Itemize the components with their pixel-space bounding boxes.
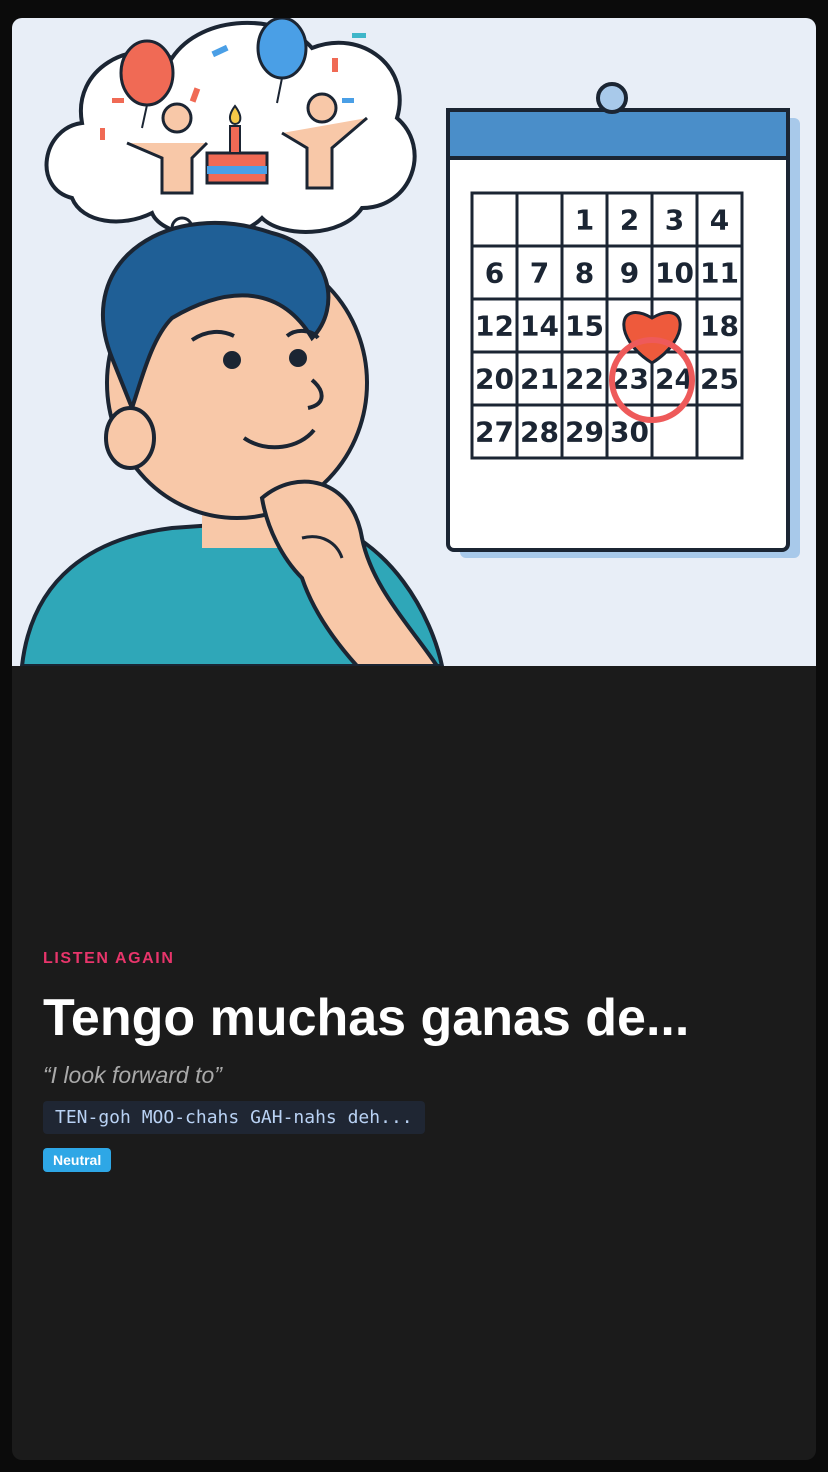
calendar-day-number: 11: [700, 257, 739, 290]
calendar-grid: 1 2 3 46 7 8 9 10 1112 14 15 1820 21 22 23 24 2527 28 29 30: [470, 191, 744, 460]
calendar-day-number: 9: [620, 257, 639, 290]
calendar-cell: [515, 191, 564, 248]
calendar-day-number: 6: [485, 257, 504, 290]
calendar-day-number: 3: [665, 204, 684, 237]
calendar-day-number: 29: [565, 416, 604, 449]
calendar-day-number: 27: [475, 416, 514, 449]
wall-calendar: 1 2 3 46 7 8 9 10 1112 14 15 1820 21 22 23 24 2527 28 29 30: [446, 82, 800, 558]
calendar-day-number: 25: [700, 363, 739, 396]
calendar-day-number: 15: [565, 310, 604, 343]
lesson-content: LISTEN AGAIN Tengo muchas ganas de... “I…: [43, 950, 783, 1172]
calendar-day-number: 8: [575, 257, 594, 290]
calendar-day-number: 7: [530, 257, 549, 290]
calendar-day-number: 4: [710, 204, 729, 237]
calendar-day-number: 21: [520, 363, 559, 396]
calendar-day-number: 14: [520, 310, 559, 343]
calendar-day-number: 12: [475, 310, 514, 343]
calendar-cell: [470, 191, 519, 248]
calendar-day-number: 18: [700, 310, 739, 343]
lesson-card[interactable]: 1 2 3 4 6 7 8 9 10 11 12 14 15 18 20 21 22 23 24 25 27 28 29 30…: [12, 18, 816, 1460]
tone-badge: Neutral: [43, 1148, 112, 1172]
english-translation: “I look forward to”: [43, 1062, 222, 1088]
calendar-cell: [695, 403, 744, 460]
listen-again-label: LISTEN AGAIN: [43, 950, 175, 967]
lesson-illustration: 1 2 3 4 6 7 8 9 10 11 12 14 15 18 20 21 22 23 24 25 27 28 29 30: [12, 18, 816, 666]
calendar-day-number: 22: [565, 363, 604, 396]
pronunciation-guide: TEN-goh MOO-chahs GAH-nahs deh...: [43, 1101, 425, 1134]
spanish-phrase: Tengo muchas ganas de...: [43, 989, 690, 1047]
calendar-day-number: 1: [575, 204, 594, 237]
thought-bubble: [44, 18, 417, 240]
person-figure: [19, 221, 445, 666]
calendar-day-number: 10: [655, 257, 694, 290]
calendar-day-number: 20: [475, 363, 514, 396]
calendar-day-number: 2: [620, 204, 639, 237]
thinking-person-calendar-illustration: 1 2 3 46 7 8 9 10 1112 14 15 1820 21 22 23 24 2527 28 29 30: [19, 18, 800, 666]
calendar-day-number: 28: [520, 416, 559, 449]
